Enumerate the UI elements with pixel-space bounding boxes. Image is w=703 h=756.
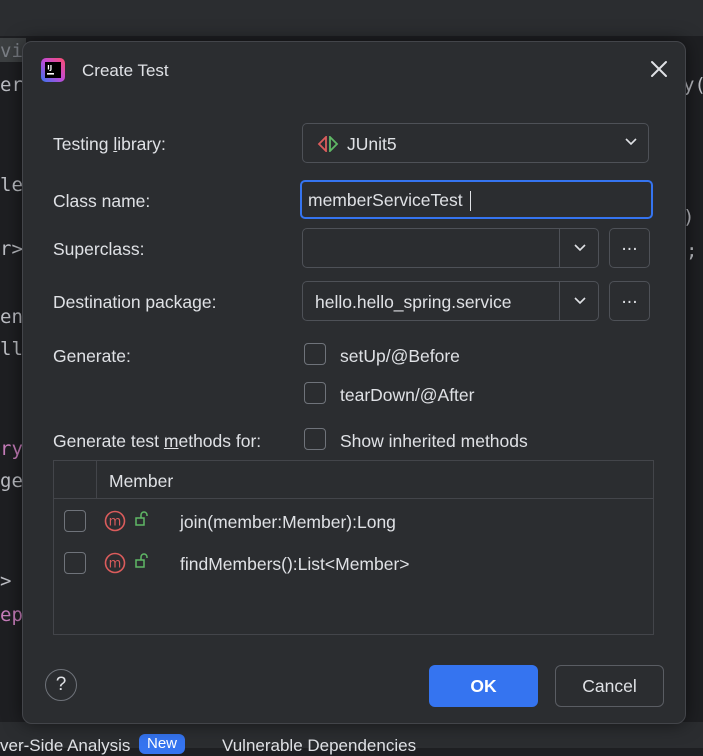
code-fragment: ry	[0, 438, 23, 460]
chevron-down-icon	[625, 138, 637, 146]
destination-package-label: Destination package:	[53, 292, 217, 312]
cancel-button[interactable]: Cancel	[555, 665, 664, 707]
destination-package-browse-button[interactable]: ...	[609, 281, 650, 321]
teardown-checkbox[interactable]	[304, 382, 326, 404]
code-fragment: vi	[0, 40, 23, 62]
show-inherited-label[interactable]: Show inherited methods	[340, 431, 528, 452]
setup-checkbox[interactable]	[304, 343, 326, 365]
generate-label: Generate:	[53, 346, 131, 366]
table-row[interactable]: m findMembers():List<Member>	[54, 544, 653, 584]
testing-library-select[interactable]: JUnit5	[302, 123, 649, 163]
svg-text:m: m	[109, 515, 122, 530]
code-fragment: er	[0, 74, 23, 96]
text-caret	[470, 191, 471, 211]
junit-icon	[317, 136, 339, 152]
member-column-header[interactable]: Member	[109, 471, 173, 492]
intellij-idea-icon: IJ	[41, 58, 65, 82]
tool-tab-server-side-analysis[interactable]: ver-Side Analysis	[0, 736, 130, 756]
show-inherited-checkbox[interactable]	[304, 428, 326, 450]
editor-tab-strip	[0, 0, 703, 36]
divider	[559, 282, 560, 320]
class-name-field[interactable]	[300, 180, 653, 219]
row-checkbox[interactable]	[64, 510, 86, 532]
chevron-down-icon[interactable]	[573, 296, 587, 306]
testing-library-label: Testing library:	[53, 134, 166, 154]
table-row[interactable]: m join(member:Member):Long	[54, 502, 653, 542]
code-fragment: y(	[683, 74, 703, 96]
method-icon: m	[104, 552, 126, 574]
code-fragment: r>	[0, 238, 23, 260]
create-test-dialog: IJ Create Test Testing library: JUnit5 C…	[22, 41, 686, 724]
help-button[interactable]: ?	[45, 669, 77, 701]
svg-text:m: m	[109, 557, 122, 572]
tool-tab-vulnerable-dependencies[interactable]: Vulnerable Dependencies	[222, 736, 416, 756]
destination-package-select[interactable]: hello.hello_spring.service	[302, 281, 599, 321]
superclass-select[interactable]	[302, 228, 599, 268]
code-fragment: ge	[0, 470, 23, 492]
unlock-icon	[135, 511, 148, 526]
method-name: findMembers():List<Member>	[180, 554, 410, 574]
close-icon[interactable]	[647, 57, 671, 81]
member-table: Member m join(member:Member):Long m find…	[53, 460, 654, 635]
dialog-title: Create Test	[82, 61, 169, 80]
superclass-browse-button[interactable]: ...	[609, 228, 650, 268]
class-name-input[interactable]	[308, 188, 638, 212]
method-name: join(member:Member):Long	[180, 512, 396, 532]
teardown-label[interactable]: tearDown/@After	[340, 385, 474, 406]
chevron-down-icon[interactable]	[573, 243, 587, 253]
testing-library-value: JUnit5	[347, 134, 397, 154]
generate-methods-label: Generate test methods for:	[53, 431, 262, 451]
row-checkbox[interactable]	[64, 552, 86, 574]
setup-label[interactable]: setUp/@Before	[340, 346, 460, 367]
new-badge: New	[139, 734, 186, 754]
unlock-icon	[135, 553, 148, 568]
divider	[559, 229, 560, 267]
code-fragment: ep	[0, 604, 23, 626]
bottom-tool-bar: ver-Side Analysis New Vulnerable Depende…	[0, 722, 703, 755]
column-separator	[96, 461, 97, 498]
table-header: Member	[54, 461, 653, 499]
method-icon: m	[104, 510, 126, 532]
superclass-label: Superclass:	[53, 239, 145, 259]
destination-package-value: hello.hello_spring.service	[315, 292, 512, 312]
svg-text:IJ: IJ	[47, 64, 52, 72]
code-fragment: ll	[0, 338, 23, 360]
code-fragment: >	[0, 570, 12, 592]
code-fragment: ;	[686, 240, 698, 262]
ok-button[interactable]: OK	[429, 665, 538, 707]
class-name-label: Class name:	[53, 191, 151, 211]
